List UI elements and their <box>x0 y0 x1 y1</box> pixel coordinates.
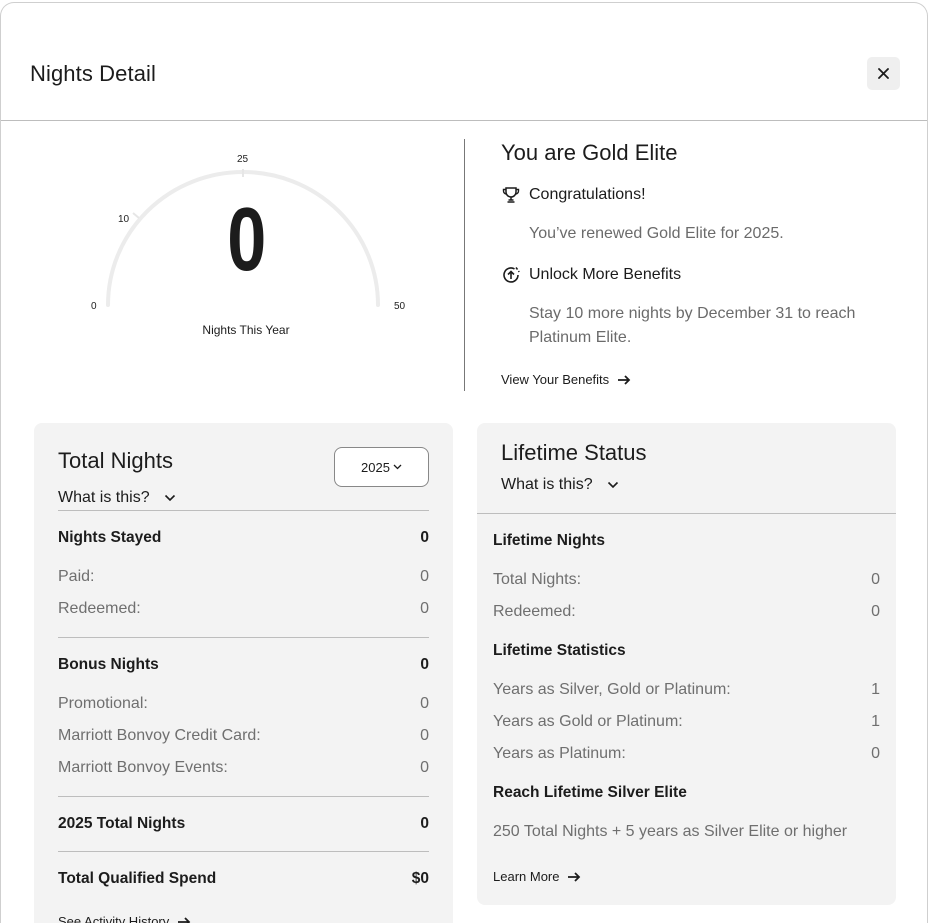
divider <box>58 796 429 797</box>
tick-mark-10 <box>132 212 140 219</box>
divider <box>58 510 429 511</box>
total-nights-what-is-toggle[interactable]: What is this? <box>58 489 176 507</box>
row-value: 0 <box>420 529 429 546</box>
years-platinum-row: Years as Platinum: 0 <box>493 745 880 763</box>
unlock-arrow-icon <box>503 267 520 283</box>
vertical-divider <box>464 139 465 391</box>
lifetime-statistics-label: Lifetime Statistics <box>493 642 626 659</box>
arrow-right-icon <box>568 871 581 882</box>
redeemed-row: Redeemed: 0 <box>58 600 429 618</box>
status-heading: You are Gold Elite <box>501 140 678 165</box>
row-label: Redeemed: <box>58 600 141 617</box>
promotional-row: Promotional: 0 <box>58 695 429 713</box>
arrow-right-icon <box>618 374 631 385</box>
row-label: Redeemed: <box>493 603 576 620</box>
chevron-down-icon <box>393 464 402 470</box>
row-label: Years as Platinum: <box>493 745 626 762</box>
row-label: Bonus Nights <box>58 656 159 673</box>
row-label: Years as Gold or Platinum: <box>493 713 683 730</box>
nights-gauge: 0 10 25 50 0 Nights This Year <box>81 151 411 351</box>
year-total-nights-row: 2025 Total Nights 0 <box>58 815 429 833</box>
row-value: 0 <box>871 603 880 620</box>
events-row: Marriott Bonvoy Events: 0 <box>58 759 429 777</box>
gauge-caption: Nights This Year <box>202 323 290 337</box>
lifetime-status-title: Lifetime Status <box>501 440 647 465</box>
lifetime-redeemed-row: Redeemed: 0 <box>493 603 880 621</box>
years-silver-gold-platinum-row: Years as Silver, Gold or Platinum: 1 <box>493 681 880 699</box>
lifetime-nights-label: Lifetime Nights <box>493 532 605 549</box>
lifetime-total-nights-row: Total Nights: 0 <box>493 571 880 589</box>
row-label: Marriott Bonvoy Events: <box>58 759 228 776</box>
chevron-down-icon <box>164 494 175 502</box>
paid-row: Paid: 0 <box>58 568 429 586</box>
row-value: 1 <box>871 713 880 730</box>
see-activity-history-link[interactable]: See Activity History <box>58 914 191 923</box>
unlock-benefits-text: Stay 10 more nights by December 31 to re… <box>529 305 856 346</box>
row-value: $0 <box>411 870 429 887</box>
gauge-tick-label: 25 <box>237 154 249 165</box>
row-label: 2025 Total Nights <box>58 815 186 832</box>
row-label: Nights Stayed <box>58 529 162 546</box>
row-label: Total Qualified Spend <box>58 870 217 887</box>
gauge-tick-label: 50 <box>394 301 406 312</box>
row-label: Paid: <box>58 568 95 585</box>
arrow-right-icon <box>178 916 191 923</box>
total-nights-card: Total Nights What is this? 2025 Nights S… <box>34 423 453 923</box>
row-label: Total Nights: <box>493 571 582 588</box>
row-label: Years as Silver, Gold or Platinum: <box>493 681 731 698</box>
row-value: 1 <box>871 681 880 698</box>
row-value: 0 <box>420 759 429 776</box>
nights-stayed-row: Nights Stayed 0 <box>58 529 429 547</box>
modal-header: Nights Detail <box>1 3 927 121</box>
reach-lifetime-silver-text: 250 Total Nights + 5 years as Silver Eli… <box>493 823 848 840</box>
learn-more-link[interactable]: Learn More <box>493 869 581 884</box>
row-label: Marriott Bonvoy Credit Card: <box>58 727 261 744</box>
bonus-nights-row: Bonus Nights 0 <box>58 656 429 674</box>
row-value: 0 <box>420 600 429 617</box>
year-select[interactable]: 2025 <box>334 447 429 487</box>
view-benefits-label: View Your Benefits <box>501 372 610 387</box>
what-is-label: What is this? <box>58 489 150 506</box>
close-icon <box>878 68 889 79</box>
row-label: Promotional: <box>58 695 148 712</box>
congratulations-title: Congratulations! <box>529 186 646 203</box>
row-value: 0 <box>871 571 880 588</box>
lifetime-what-is-toggle[interactable]: What is this? <box>501 476 619 494</box>
row-value: 0 <box>871 745 880 762</box>
row-value: 0 <box>420 815 429 832</box>
gauge-tick-label: 0 <box>91 301 97 312</box>
row-value: 0 <box>420 568 429 585</box>
unlock-benefits-title: Unlock More Benefits <box>529 266 682 283</box>
lifetime-status-card: Lifetime Status What is this? Lifetime N… <box>477 423 896 905</box>
chevron-down-icon <box>607 481 618 489</box>
modal-title: Nights Detail <box>30 61 157 86</box>
close-button[interactable] <box>867 57 900 90</box>
trophy-icon <box>502 187 520 203</box>
gauge-tick-label: 10 <box>118 214 130 225</box>
credit-card-row: Marriott Bonvoy Credit Card: 0 <box>58 727 429 745</box>
row-value: 0 <box>420 695 429 712</box>
row-value: 0 <box>420 727 429 744</box>
years-gold-platinum-row: Years as Gold or Platinum: 1 <box>493 713 880 731</box>
total-nights-title: Total Nights <box>58 448 173 473</box>
reach-lifetime-silver-label: Reach Lifetime Silver Elite <box>493 784 687 801</box>
divider <box>58 851 429 852</box>
qualified-spend-row: Total Qualified Spend $0 <box>58 870 429 888</box>
year-select-value: 2025 <box>361 459 390 475</box>
nights-detail-modal: Nights Detail 0 10 25 50 0 Nights This Y… <box>0 2 928 923</box>
divider <box>58 637 429 638</box>
what-is-label: What is this? <box>501 476 593 493</box>
row-value: 0 <box>420 656 429 673</box>
learn-more-label: Learn More <box>493 869 560 884</box>
see-activity-history-label: See Activity History <box>58 914 170 923</box>
view-benefits-link[interactable]: View Your Benefits <box>501 372 631 387</box>
divider <box>477 513 896 514</box>
congratulations-text: You’ve renewed Gold Elite for 2025. <box>529 225 784 242</box>
gauge-value: 0 <box>227 190 266 290</box>
